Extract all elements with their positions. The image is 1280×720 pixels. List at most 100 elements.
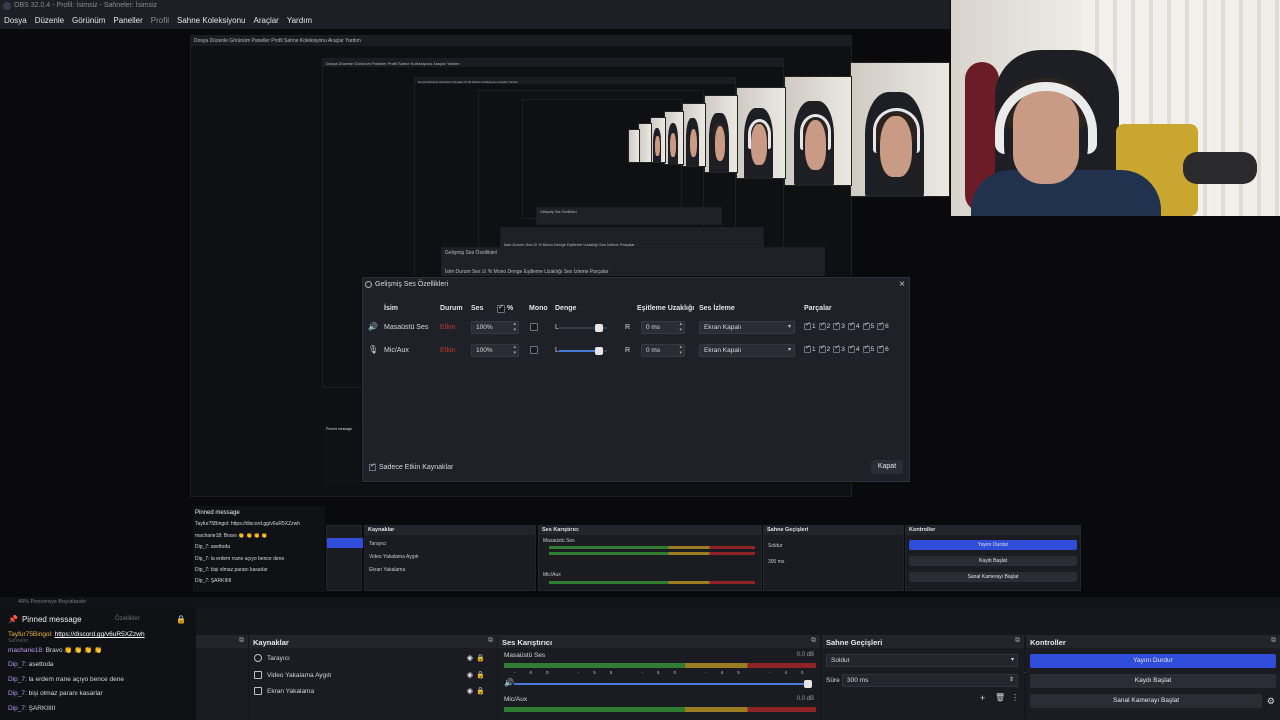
track-1-checkbox[interactable]: 1 xyxy=(804,321,816,330)
eye-icon[interactable]: ◉ xyxy=(467,671,473,679)
nested-scenes-dock xyxy=(326,525,363,591)
window-titlebar: OBS 32.0.4 - Profil: İsimsiz - Sahneler:… xyxy=(0,0,950,12)
stop-streaming-button[interactable]: Yayını Durdur xyxy=(1030,654,1276,668)
track-3-checkbox[interactable]: 3 xyxy=(833,344,845,353)
dock-close-icon[interactable]: ⧉ xyxy=(811,637,816,645)
close-button[interactable]: Kapat xyxy=(871,460,903,474)
controls-dock-header: Kontroller ⧉ xyxy=(1026,635,1280,648)
sync-offset-spinbox[interactable]: 0 ms ▴ ▾ xyxy=(641,344,685,357)
only-active-sources-checkbox[interactable]: Sadece Etkin Kaynaklar xyxy=(369,462,453,471)
channel-db: 0.0 dB xyxy=(796,652,814,658)
menu-profil[interactable]: Profil xyxy=(151,16,169,25)
track-5-checkbox[interactable]: 5 xyxy=(862,344,874,353)
pin-icon: 📌 xyxy=(8,615,18,624)
status-active[interactable]: Etkin xyxy=(440,324,456,331)
menu-paneller[interactable]: Paneller xyxy=(113,16,142,25)
dock-close-icon[interactable]: ⧉ xyxy=(1271,637,1276,645)
header-balance: Denge xyxy=(555,305,577,312)
dock-close-icon[interactable]: ⧉ xyxy=(239,637,244,645)
close-icon[interactable]: × xyxy=(899,279,905,290)
lock-icon[interactable]: 🔒 xyxy=(476,687,485,695)
dock-close-icon[interactable]: ⧉ xyxy=(1015,637,1020,645)
nested-menu: Dosya Düzenle Görünüm Paneller Profil Sa… xyxy=(323,59,783,67)
eye-icon[interactable]: ◉ xyxy=(467,687,473,695)
status-active[interactable]: Etkin xyxy=(440,347,456,354)
track-2-checkbox[interactable]: 2 xyxy=(818,344,830,353)
volume-knob[interactable] xyxy=(804,680,812,688)
track-5-checkbox[interactable]: 5 xyxy=(862,321,874,330)
sources-dock: Kaynaklar ⧉ Tarayıcı ◉ 🔒 Video Yakalama Ay… xyxy=(249,635,497,720)
menu-yardim[interactable]: Yardım xyxy=(287,16,312,25)
track-4-checkbox[interactable]: 4 xyxy=(847,321,860,330)
header-sync-offset: Eşitleme Uzaklığı xyxy=(637,305,695,312)
track-4-checkbox[interactable]: 4 xyxy=(847,344,860,353)
track-6-checkbox[interactable]: 6 xyxy=(877,321,889,330)
globe-icon xyxy=(254,654,262,662)
nested-dialog-small: Gelişmiş Ses Özellikleri xyxy=(536,207,722,225)
header-mono: Mono xyxy=(529,305,548,312)
transition-type-select[interactable]: Soldur ▾ xyxy=(826,654,1018,667)
discord-link[interactable]: https://discord.gg/v6uR5XZzwh xyxy=(55,631,145,638)
menu-gorunum[interactable]: Görünüm xyxy=(72,16,105,25)
mono-checkbox[interactable] xyxy=(530,346,538,354)
gear-icon xyxy=(365,281,372,288)
sync-offset-spinbox[interactable]: 0 ms ▴ ▾ xyxy=(641,321,685,334)
volume-slider[interactable] xyxy=(514,683,806,685)
dialog-title: Gelişmiş Ses Özellikleri xyxy=(365,281,448,288)
gear-icon[interactable]: ⚙ xyxy=(1267,696,1275,707)
track-6-checkbox[interactable]: 6 xyxy=(877,344,889,353)
speaker-icon[interactable]: 🔊 xyxy=(504,678,514,687)
window-title: OBS 32.0.4 - Profil: İsimsiz - Sahneler:… xyxy=(14,2,158,9)
menu-sahne-koleksiyonu[interactable]: Sahne Koleksiyonu xyxy=(177,16,246,25)
track-2-checkbox[interactable]: 2 xyxy=(818,321,830,330)
preview-status-bar: 49% Pencereye Boyutlandır xyxy=(0,597,1280,607)
lock-icon[interactable]: 🔒 xyxy=(476,671,485,679)
volume-spinbox[interactable]: 100% ▴ ▾ xyxy=(471,321,519,334)
lock-icon[interactable]: 🔒 xyxy=(176,615,186,624)
source-item[interactable]: Tarayıcı xyxy=(254,654,290,662)
source-item[interactable]: Ekran Yakalama xyxy=(254,687,314,695)
add-icon[interactable]: + xyxy=(980,693,985,703)
menu-dosya[interactable]: Dosya xyxy=(4,16,27,25)
source-name: Masaüstü Ses xyxy=(384,324,429,331)
balance-slider[interactable] xyxy=(559,347,607,355)
sources-dock-header: Kaynaklar ⧉ xyxy=(249,635,497,648)
audio-row-mic: 🎙 Mic/Aux Etkin 100% ▴ ▾ L R 0 ms ▴ ▾ Ekran … xyxy=(363,343,911,359)
track-1-checkbox[interactable]: 1 xyxy=(804,344,816,353)
track-3-checkbox[interactable]: 3 xyxy=(833,321,845,330)
balance-right-label: R xyxy=(625,324,631,331)
nested-dialog-large: Gelişmiş Ses Özellikleri İsim Durum Ses … xyxy=(441,247,825,277)
nested-menu: Dosya Düzenle Görünüm Paneller Profil Sa… xyxy=(191,36,851,46)
balance-slider[interactable] xyxy=(559,324,607,332)
channel-name: Masaüstü Ses xyxy=(504,652,546,659)
eye-icon[interactable]: ◉ xyxy=(467,654,473,662)
track-checkboxes[interactable]: 1 2 3 4 5 6 xyxy=(804,321,889,330)
advanced-audio-properties-dialog: Gelişmiş Ses Özellikleri × İsim Durum Se… xyxy=(362,277,910,482)
percent-toggle-checkbox[interactable] xyxy=(497,303,505,313)
duration-spinbox[interactable]: 300 ms ⇕ xyxy=(842,674,1018,687)
menu-araclar[interactable]: Araçlar xyxy=(254,16,279,25)
webcam-echo xyxy=(850,62,950,197)
monitoring-select[interactable]: Ekran Kapalı ▾ xyxy=(699,344,795,357)
menu-duzenle[interactable]: Düzenle xyxy=(35,16,64,25)
nested-sources-dock: Kaynaklar Tarayıcı Video Yakalama Aygıtı… xyxy=(364,525,536,591)
trash-icon[interactable]: 🗑 xyxy=(995,693,1005,702)
chat-panel: 📌 Pinned message Özellikler 🔒 Tayfur75Bi… xyxy=(0,607,245,720)
webcam-echo xyxy=(664,111,684,165)
channel-db: 0.0 dB xyxy=(796,696,814,702)
nested-chat-small: Pinned message xyxy=(324,425,364,485)
start-recording-button[interactable]: Kaydı Başlat xyxy=(1030,674,1276,688)
source-item[interactable]: Video Yakalama Aygıtı xyxy=(254,671,332,679)
start-virtual-camera-button[interactable]: Sanal Kamerayı Başlat xyxy=(1030,694,1262,708)
volume-spinbox[interactable]: 100% ▴ ▾ xyxy=(471,344,519,357)
monitoring-select[interactable]: Ekran Kapalı ▾ xyxy=(699,321,795,334)
track-checkboxes[interactable]: 1 2 3 4 5 6 xyxy=(804,344,889,353)
lock-icon[interactable]: 🔒 xyxy=(476,654,485,662)
nested-mixer-dock: Ses Karıştırıcı Masaüstü Ses Mic/Aux xyxy=(538,525,762,591)
mono-checkbox[interactable] xyxy=(530,323,538,331)
menubar: Dosya Düzenle Görünüm Paneller Profil Sa… xyxy=(0,12,950,29)
balance-right-label: R xyxy=(625,347,631,354)
dock-close-icon[interactable]: ⧉ xyxy=(488,637,493,645)
scenes-dock-header: ⧉ xyxy=(196,635,248,648)
more-icon[interactable]: ⋮ xyxy=(1011,693,1019,702)
